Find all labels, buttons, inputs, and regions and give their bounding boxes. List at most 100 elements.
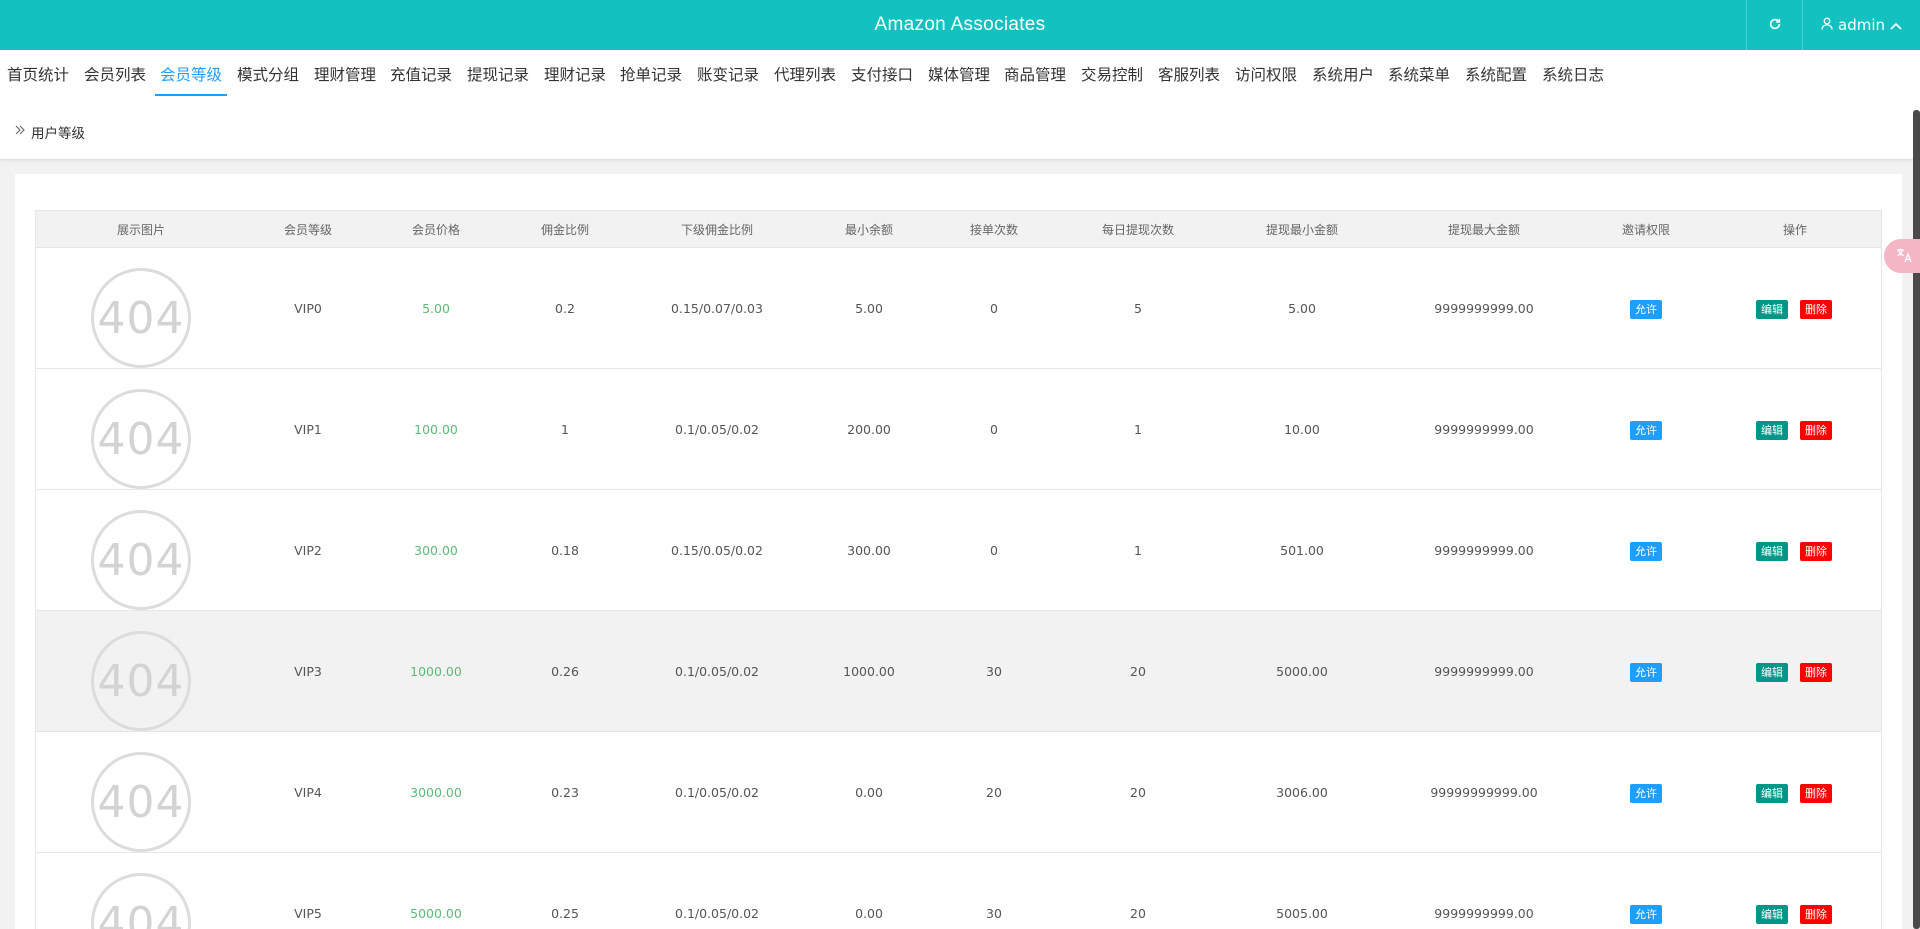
edit-button[interactable]: 编辑: [1756, 421, 1788, 440]
app-title: Amazon Associates: [874, 14, 1046, 35]
tab-payment[interactable]: 支付接口: [851, 50, 913, 98]
tab-access[interactable]: 访问权限: [1235, 50, 1297, 98]
level-image: 404: [91, 752, 191, 852]
tab-support[interactable]: 客服列表: [1158, 50, 1220, 98]
price-cell: 5.00: [422, 301, 450, 316]
tab-account-changes[interactable]: 账变记录: [697, 50, 759, 98]
level-image: 404: [91, 268, 191, 368]
invite-allow-button[interactable]: 允许: [1630, 300, 1662, 319]
delete-button[interactable]: 删除: [1800, 905, 1832, 924]
tab-recharge[interactable]: 充值记录: [390, 50, 452, 98]
delete-button[interactable]: 删除: [1800, 542, 1832, 561]
tab-members[interactable]: 会员列表: [84, 50, 146, 98]
col-level: 会员等级: [283, 223, 333, 237]
refresh-button[interactable]: [1746, 0, 1802, 50]
tab-order-grab[interactable]: 抢单记录: [620, 50, 682, 98]
withdraw-min-cell: 3006.00: [1276, 785, 1328, 800]
min-balance-cell: 5.00: [855, 301, 883, 316]
table-row: 404 VIP2 300.00 0.18 0.15/0.05/0.02 300.…: [35, 490, 1882, 611]
orders-cell: 0: [990, 301, 998, 316]
edit-button[interactable]: 编辑: [1756, 542, 1788, 561]
double-chevron-right-icon: [14, 124, 26, 140]
col-commission: 佣金比例: [540, 223, 590, 237]
delete-button[interactable]: 删除: [1800, 784, 1832, 803]
invite-allow-button[interactable]: 允许: [1630, 542, 1662, 561]
min-balance-cell: 0.00: [855, 906, 883, 921]
delete-button[interactable]: 删除: [1800, 300, 1832, 319]
invite-allow-button[interactable]: 允许: [1630, 905, 1662, 924]
withdraw-max-cell: 9999999999.00: [1434, 543, 1534, 558]
edit-button[interactable]: 编辑: [1756, 300, 1788, 319]
invite-allow-button[interactable]: 允许: [1630, 784, 1662, 803]
min-balance-cell: 200.00: [847, 422, 891, 437]
level-image: 404: [91, 631, 191, 731]
refresh-icon: [1768, 16, 1782, 35]
main-nav: 首页统计 会员列表 会员等级 模式分组 理财管理 充值记录 提现记录 理财记录 …: [0, 50, 1920, 98]
invite-allow-button[interactable]: 允许: [1630, 421, 1662, 440]
translate-button[interactable]: [1884, 239, 1920, 273]
withdraw-times-cell: 20: [1130, 664, 1146, 679]
col-withdraw-min: 提现最小金额: [1265, 223, 1339, 237]
withdraw-min-cell: 5000.00: [1276, 664, 1328, 679]
vertical-scrollbar[interactable]: [1913, 110, 1920, 929]
invite-allow-button[interactable]: 允许: [1630, 663, 1662, 682]
tab-withdraw[interactable]: 提现记录: [467, 50, 529, 98]
tab-mode-groups[interactable]: 模式分组: [237, 50, 299, 98]
col-price: 会员价格: [411, 223, 461, 237]
col-orders: 接单次数: [969, 223, 1019, 237]
table-row: 404 VIP4 3000.00 0.23 0.1/0.05/0.02 0.00…: [35, 732, 1882, 853]
sub-commission-cell: 0.1/0.05/0.02: [675, 906, 759, 921]
tab-trade-control[interactable]: 交易控制: [1081, 50, 1143, 98]
sub-commission-cell: 0.1/0.05/0.02: [675, 422, 759, 437]
orders-cell: 0: [990, 422, 998, 437]
tab-system-menu[interactable]: 系统菜单: [1388, 50, 1450, 98]
withdraw-times-cell: 20: [1130, 906, 1146, 921]
withdraw-times-cell: 1: [1134, 422, 1142, 437]
breadcrumb-label: 用户等级: [31, 126, 85, 142]
table-header: 展示图片 会员等级 会员价格 佣金比例 下级佣金比例 最小余额 接单次数 每日提…: [35, 210, 1882, 248]
sub-commission-cell: 0.1/0.05/0.02: [675, 785, 759, 800]
withdraw-min-cell: 5005.00: [1276, 906, 1328, 921]
delete-button[interactable]: 删除: [1800, 421, 1832, 440]
tab-products[interactable]: 商品管理: [1004, 50, 1066, 98]
tab-media[interactable]: 媒体管理: [928, 50, 990, 98]
edit-button[interactable]: 编辑: [1756, 905, 1788, 924]
level-cell: VIP0: [294, 301, 322, 316]
tab-finance[interactable]: 理财管理: [314, 50, 376, 98]
tab-agents[interactable]: 代理列表: [774, 50, 836, 98]
tab-system-log[interactable]: 系统日志: [1542, 50, 1604, 98]
col-withdraw-max: 提现最大金额: [1447, 223, 1521, 237]
tab-dashboard[interactable]: 首页统计: [7, 50, 69, 98]
tab-system-users[interactable]: 系统用户: [1312, 50, 1374, 98]
level-cell: VIP2: [294, 543, 322, 558]
user-icon: [1821, 16, 1833, 34]
withdraw-times-cell: 1: [1134, 543, 1142, 558]
tab-member-levels[interactable]: 会员等级: [154, 50, 228, 98]
price-cell: 1000.00: [410, 664, 462, 679]
edit-button[interactable]: 编辑: [1756, 663, 1788, 682]
col-sub-commission: 下级佣金比例: [680, 223, 754, 237]
orders-cell: 30: [986, 906, 1002, 921]
delete-button[interactable]: 删除: [1800, 663, 1832, 682]
price-cell: 3000.00: [410, 785, 462, 800]
withdraw-max-cell: 9999999999.00: [1434, 422, 1534, 437]
level-cell: VIP3: [294, 664, 322, 679]
withdraw-max-cell: 9999999999.00: [1434, 664, 1534, 679]
user-name: admin: [1838, 16, 1885, 34]
withdraw-times-cell: 20: [1130, 785, 1146, 800]
chevron-up-icon: [1890, 16, 1902, 34]
min-balance-cell: 0.00: [855, 785, 883, 800]
tab-system-config[interactable]: 系统配置: [1465, 50, 1527, 98]
user-menu[interactable]: admin: [1802, 0, 1920, 50]
top-bar: Amazon Associates admin: [0, 0, 1920, 50]
level-image: 404: [91, 389, 191, 489]
edit-button[interactable]: 编辑: [1756, 784, 1788, 803]
commission-cell: 0.23: [551, 785, 579, 800]
table-row: 404 VIP3 1000.00 0.26 0.1/0.05/0.02 1000…: [35, 611, 1882, 732]
level-cell: VIP1: [294, 422, 322, 437]
breadcrumb: 用户等级: [0, 98, 1920, 160]
level-image: 404: [91, 873, 191, 929]
orders-cell: 30: [986, 664, 1002, 679]
min-balance-cell: 300.00: [847, 543, 891, 558]
tab-finance-records[interactable]: 理财记录: [544, 50, 606, 98]
